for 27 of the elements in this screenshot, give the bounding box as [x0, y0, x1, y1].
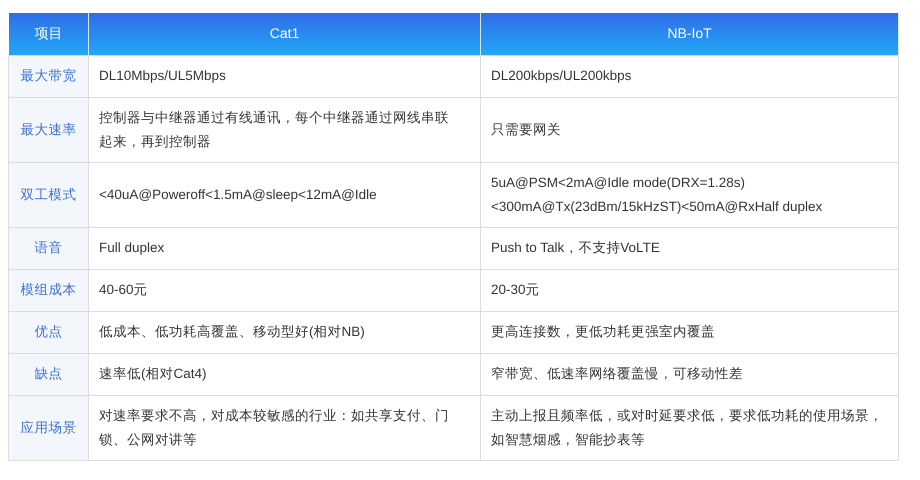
column-header: NB-IoT [480, 13, 898, 55]
row-label: 双工模式 [20, 186, 78, 204]
table-cell-text: 主动上报且频率低，或对时延要求低，要求低功耗的使用场景，如智慧烟感，智能抄表等 [491, 406, 884, 448]
table-cell-text: 5uA@PSM<2mA@Idle mode(DRX=1.28s) <300mA@Tx(23dBm/15kHzST)<50mA@RxHalf duplex [491, 174, 824, 216]
table-cell-text: Push to Talk，不支持VoLTE [491, 239, 661, 257]
table-cell-text: 窄带宽、低速率网络覆盖慢，可移动性差 [491, 365, 744, 383]
table-cell-text: 对速率要求不高，对成本较敏感的行业：如共享支付、门锁、公网对讲等 [99, 406, 450, 448]
table-cell-text: 40-60元 [99, 281, 149, 299]
row-label: 缺点 [34, 365, 64, 383]
table-cell-text: 速率低(相对Cat4) [99, 365, 208, 383]
table-cell-text: 控制器与中继器通过有线通讯，每个中继器通过网线串联起来，再到控制器 [99, 108, 450, 150]
table-cell-text: DL200kbps/UL200kbps [491, 67, 632, 85]
table-cell-text: 20-30元 [491, 281, 541, 299]
table-cell-text: 低成本、低功耗高覆盖、移动型好(相对NB) [99, 323, 366, 341]
table-cell-text: 更高连接数，更低功耗更强室内覆盖 [491, 323, 716, 341]
row-label: 优点 [34, 323, 64, 341]
row-label: 应用场景 [20, 418, 78, 436]
row-label: 模组成本 [20, 281, 78, 299]
table-cell-text: <40uA@Poweroff<1.5mA@sleep<12mA@Idle [99, 186, 378, 204]
row-label: 最大速率 [20, 120, 78, 138]
table-cell-text: DL10Mbps/UL5Mbps [99, 67, 227, 85]
table-cell-text: Full duplex [99, 239, 166, 257]
table-cell-text: 只需要网关 [491, 120, 562, 138]
row-label: 语音 [34, 239, 64, 257]
column-header: 项目 [8, 13, 88, 55]
row-label: 最大带宽 [20, 67, 78, 85]
column-header: Cat1 [88, 13, 480, 55]
